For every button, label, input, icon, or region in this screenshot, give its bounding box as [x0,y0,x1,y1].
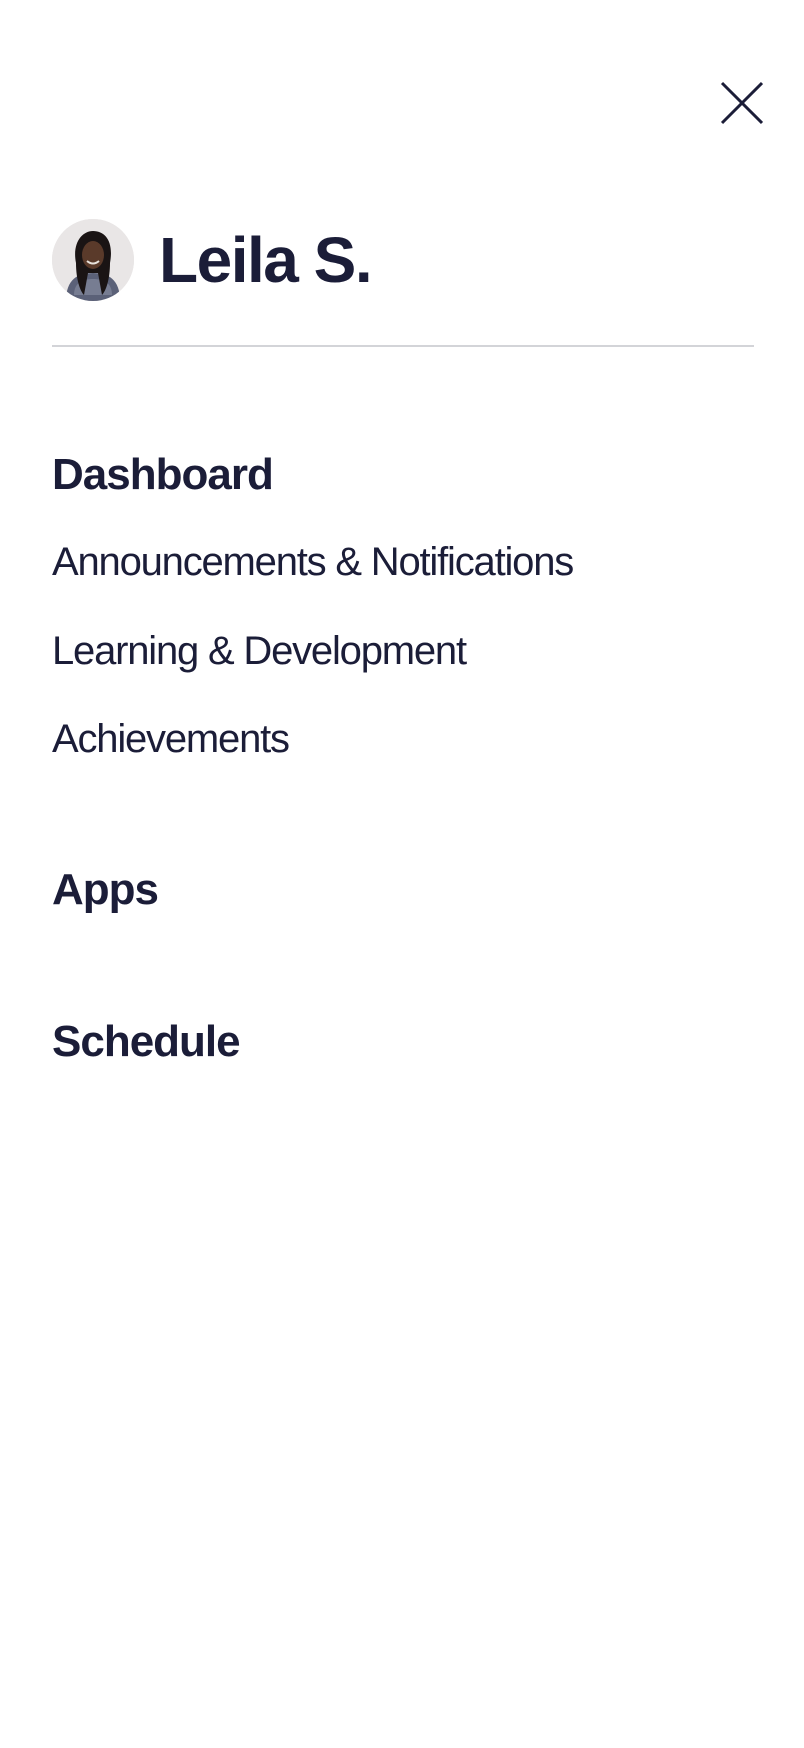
nav-item-learning-development[interactable]: Learning & Development [52,631,467,671]
close-menu-button[interactable] [714,74,770,130]
nav-apps[interactable]: Apps [52,868,159,912]
profile-name: Leila S. [159,224,373,296]
user-avatar-icon [52,219,134,301]
close-icon[interactable] [714,74,770,130]
nav-dashboard[interactable]: Dashboard [52,453,274,497]
nav-item-announcements-notifications[interactable]: Announcements & Notifications [52,542,574,582]
avatar[interactable] [52,219,134,301]
user-profile-header: Leila S. [52,218,373,302]
nav-item-achievements[interactable]: Achievements [52,719,290,759]
nav-schedule[interactable]: Schedule [52,1020,241,1064]
divider [52,345,754,347]
